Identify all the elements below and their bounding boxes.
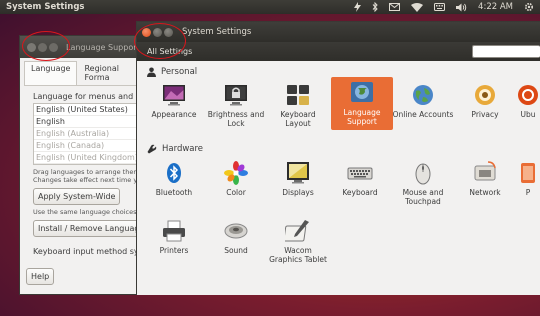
settings-item-ubuntu-one[interactable]: Ubu	[508, 82, 540, 119]
language-list-item[interactable]: English	[34, 116, 137, 128]
settings-item-label: Printers	[159, 246, 189, 255]
language-list-item[interactable]: English (Canada)	[34, 140, 137, 152]
language-list-item[interactable]: English (United Kingdom)	[34, 152, 138, 164]
settings-item-network[interactable]: Network	[454, 160, 516, 197]
brightness-lock-icon	[225, 85, 247, 106]
settings-item-printers[interactable]: Printers	[143, 218, 205, 255]
clock[interactable]: 4:22 AM	[478, 2, 513, 12]
settings-item-label: Wacom Graphics Tablet	[269, 246, 327, 264]
settings-item-appearance[interactable]: Appearance	[143, 82, 205, 119]
ubuntu-one-icon	[518, 85, 538, 105]
keyboard-icon	[347, 167, 373, 180]
language-tab-body: Language for menus and wind English (Uni…	[20, 86, 140, 256]
hint-line: Changes take effect next time you	[33, 176, 141, 184]
apply-system-wide-button[interactable]: Apply System-Wide	[33, 188, 121, 205]
tab-language[interactable]: Language	[24, 61, 78, 85]
settings-item-language-support[interactable]: Language Support	[331, 77, 393, 130]
annotation-circle-settings-window	[134, 23, 186, 59]
sound-icon	[224, 223, 248, 239]
volume-icon[interactable]	[456, 3, 467, 12]
settings-item-power[interactable]: P	[508, 160, 540, 197]
appearance-icon	[163, 85, 185, 106]
person-icon	[147, 67, 156, 77]
language-support-icon	[351, 82, 373, 102]
language-list-item[interactable]: English (United States)	[34, 104, 137, 116]
settings-item-wacom-tablet[interactable]: Wacom Graphics Tablet	[267, 218, 329, 264]
settings-item-color[interactable]: Color	[205, 160, 267, 197]
displays-icon	[287, 162, 309, 184]
help-button[interactable]: Help	[26, 268, 55, 285]
privacy-icon	[475, 85, 495, 105]
settings-item-label: Appearance	[151, 110, 197, 119]
settings-search-input[interactable]	[472, 45, 540, 58]
settings-item-label: Keyboard Layout	[280, 110, 316, 128]
settings-item-displays[interactable]: Displays	[267, 160, 329, 197]
settings-window-titlebar[interactable]: System Settings	[137, 22, 540, 42]
drag-hint-text: Drag languages to arrange them in Change…	[33, 168, 141, 184]
active-app-title: System Settings	[6, 2, 85, 12]
language-list[interactable]: English (United States) English English …	[33, 103, 138, 165]
settings-item-label: P	[525, 188, 531, 197]
online-accounts-icon	[413, 85, 433, 105]
settings-item-brightness-lock[interactable]: Brightness and Lock	[205, 82, 267, 128]
keyboard-layout-icon	[287, 85, 309, 105]
personal-section-header: Personal	[147, 67, 197, 77]
hint-line: Drag languages to arrange them in	[33, 168, 141, 176]
language-tabs: Language Regional Forma	[24, 61, 136, 86]
session-gear-icon[interactable]	[524, 2, 534, 12]
language-list-item[interactable]: English (Australia)	[34, 128, 137, 140]
settings-window-title: System Settings	[182, 27, 252, 37]
updates-icon[interactable]	[354, 2, 362, 12]
settings-item-label: Language Support	[343, 108, 381, 126]
settings-toolbar: All Settings	[137, 42, 540, 61]
language-support-window: Language Support Language Regional Forma…	[19, 35, 141, 295]
bluetooth-icon	[167, 163, 181, 183]
settings-item-label: Ubu	[520, 110, 536, 119]
settings-item-online-accounts[interactable]: Online Accounts	[392, 82, 454, 119]
hardware-section-header: Hardware	[147, 144, 203, 154]
settings-item-label: Online Accounts	[392, 110, 454, 119]
printers-icon	[163, 220, 185, 242]
settings-item-label: Bluetooth	[155, 188, 193, 197]
system-tray: 4:22 AM	[354, 2, 534, 12]
settings-item-label: Mouse and Touchpad	[402, 188, 444, 206]
tab-regional-formats[interactable]: Regional Forma	[77, 61, 136, 85]
settings-item-label: Displays	[282, 188, 314, 197]
bluetooth-tray-icon[interactable]	[372, 2, 378, 12]
settings-item-label: Brightness and Lock	[207, 110, 265, 128]
settings-item-bluetooth[interactable]: Bluetooth	[143, 160, 205, 197]
network-icon	[474, 161, 496, 181]
settings-item-label: Privacy	[471, 110, 499, 119]
language-window-title: Language Support	[66, 42, 140, 52]
color-icon	[224, 161, 248, 185]
same-language-hint: Use the same language choices fo	[33, 208, 141, 216]
wrench-icon	[147, 144, 157, 154]
hardware-section-title: Hardware	[162, 144, 204, 154]
settings-item-label: Keyboard	[342, 188, 378, 197]
settings-item-label: Network	[469, 188, 501, 197]
settings-item-mouse-touchpad[interactable]: Mouse and Touchpad	[392, 160, 454, 206]
mail-icon[interactable]	[389, 3, 401, 11]
keyboard-input-method-label: Keyboard input method syste	[33, 247, 141, 256]
settings-item-sound[interactable]: Sound	[205, 218, 267, 255]
settings-item-keyboard[interactable]: Keyboard	[329, 160, 391, 197]
install-remove-languages-button[interactable]: Install / Remove Languages...	[33, 220, 140, 237]
language-prompt-label: Language for menus and wind	[33, 92, 140, 101]
keyboard-indicator-icon[interactable]	[434, 3, 446, 11]
wifi-icon[interactable]	[411, 2, 424, 12]
settings-item-label: Sound	[224, 246, 248, 255]
settings-item-label: Color	[226, 188, 246, 197]
system-settings-window: System Settings All Settings Personal Ap…	[136, 21, 540, 295]
mouse-touchpad-icon	[415, 163, 431, 185]
settings-item-privacy[interactable]: Privacy	[454, 82, 516, 119]
personal-section-title: Personal	[161, 67, 198, 77]
top-panel: System Settings 4:22 AM	[0, 0, 540, 14]
power-icon	[521, 163, 535, 183]
settings-item-keyboard-layout[interactable]: Keyboard Layout	[267, 82, 329, 128]
annotation-circle-language-window	[22, 31, 70, 61]
wacom-tablet-icon	[285, 220, 309, 242]
